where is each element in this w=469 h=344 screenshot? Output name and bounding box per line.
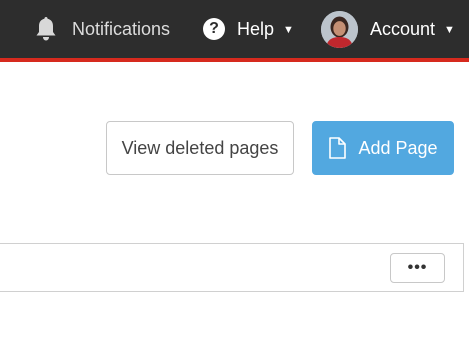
add-page-label: Add Page: [358, 137, 438, 158]
document-icon: [328, 137, 347, 159]
top-navigation-bar: Notifications ? Help ▼ Account ▼: [0, 0, 469, 58]
notifications-label: Notifications: [72, 18, 171, 39]
question-circle-icon: ?: [203, 18, 225, 40]
ellipsis-icon: •••: [407, 259, 428, 276]
view-deleted-pages-button[interactable]: View deleted pages: [106, 121, 294, 175]
topbar-accent-stripe: [0, 58, 469, 62]
more-options-button[interactable]: •••: [390, 253, 445, 283]
bell-icon: [34, 16, 58, 42]
chevron-down-icon: ▼: [283, 24, 294, 36]
account-menu[interactable]: Account ▼: [321, 0, 455, 58]
help-menu[interactable]: ? Help ▼: [203, 0, 294, 58]
view-deleted-pages-label: View deleted pages: [121, 137, 279, 158]
notifications-menu[interactable]: Notifications: [34, 0, 170, 58]
account-label: Account: [370, 18, 436, 39]
chevron-down-icon: ▼: [444, 24, 455, 36]
add-page-button[interactable]: Add Page: [312, 121, 454, 175]
help-label: Help: [237, 18, 275, 39]
avatar: [321, 10, 358, 48]
